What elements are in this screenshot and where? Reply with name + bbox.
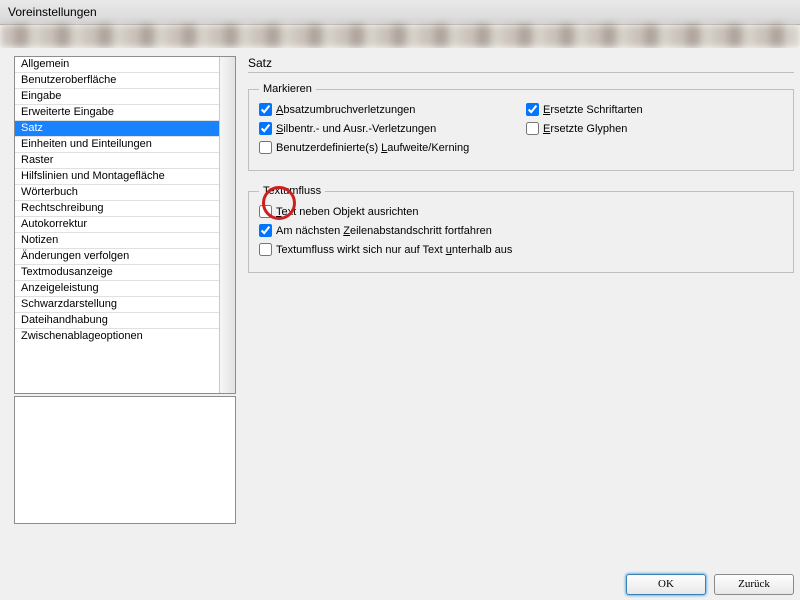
window-titlebar: Voreinstellungen: [0, 0, 800, 25]
mark-option-3[interactable]: Ersetzte Glyphen: [526, 122, 627, 135]
mark-option-3-label: Ersetzte Glyphen: [543, 123, 627, 135]
category-sidebar: AllgemeinBenutzeroberflächeEingabeErweit…: [0, 48, 240, 568]
mark-option-1-label: Ersetzte Schriftarten: [543, 104, 643, 116]
sidebar-item[interactable]: Textmodusanzeige: [15, 265, 219, 281]
sidebar-item[interactable]: Raster: [15, 153, 219, 169]
panel-underline: [248, 72, 794, 73]
sidebar-item[interactable]: Eingabe: [15, 89, 219, 105]
mark-option-3-checkbox[interactable]: [526, 122, 539, 135]
flow-option-2[interactable]: Textumfluss wirkt sich nur auf Text unte…: [259, 243, 512, 256]
ok-button[interactable]: OK: [626, 574, 706, 595]
mark-option-1[interactable]: Ersetzte Schriftarten: [526, 103, 643, 116]
sidebar-item[interactable]: Satz: [15, 121, 219, 137]
mark-option-0-checkbox[interactable]: [259, 103, 272, 116]
mark-option-2-label: Silbentr.- und Ausr.-Verletzungen: [276, 123, 436, 135]
sidebar-item[interactable]: Autokorrektur: [15, 217, 219, 233]
sidebar-item[interactable]: Einheiten und Einteilungen: [15, 137, 219, 153]
sidebar-item[interactable]: Änderungen verfolgen: [15, 249, 219, 265]
flow-option-1-label: Am nächsten Zeilenabstandschritt fortfah…: [276, 225, 492, 237]
category-list[interactable]: AllgemeinBenutzeroberflächeEingabeErweit…: [14, 56, 236, 394]
description-box: [14, 396, 236, 524]
sidebar-item[interactable]: Anzeigeleistung: [15, 281, 219, 297]
flow-option-0-checkbox[interactable]: [259, 205, 272, 218]
group-textumfluss: Textumfluss Text neben Objekt ausrichten…: [248, 185, 794, 273]
mark-option-0[interactable]: Absatzumbruchverletzungen: [259, 103, 415, 116]
sidebar-item[interactable]: Benutzeroberfläche: [15, 73, 219, 89]
sidebar-item[interactable]: Hilfslinien und Montagefläche: [15, 169, 219, 185]
mark-option-4[interactable]: Benutzerdefinierte(s) Laufweite/Kerning: [259, 141, 469, 154]
mark-option-1-checkbox[interactable]: [526, 103, 539, 116]
preferences-body: AllgemeinBenutzeroberflächeEingabeErweit…: [0, 48, 800, 568]
mark-option-2[interactable]: Silbentr.- und Ausr.-Verletzungen: [259, 122, 436, 135]
sidebar-item[interactable]: Zwischenablageoptionen: [15, 329, 219, 344]
flow-option-1[interactable]: Am nächsten Zeilenabstandschritt fortfah…: [259, 224, 492, 237]
sidebar-item[interactable]: Rechtschreibung: [15, 201, 219, 217]
mark-option-0-label: Absatzumbruchverletzungen: [276, 104, 415, 116]
flow-option-2-checkbox[interactable]: [259, 243, 272, 256]
sidebar-item[interactable]: Dateihandhabung: [15, 313, 219, 329]
group-textumfluss-legend: Textumfluss: [259, 185, 325, 197]
sidebar-item[interactable]: Wörterbuch: [15, 185, 219, 201]
sidebar-item[interactable]: Notizen: [15, 233, 219, 249]
group-markieren-legend: Markieren: [259, 83, 316, 95]
mark-option-2-checkbox[interactable]: [259, 122, 272, 135]
scrollbar[interactable]: [219, 57, 235, 393]
dialog-footer: OK Zurück: [0, 568, 800, 600]
flow-option-0-label: Text neben Objekt ausrichten: [276, 206, 418, 218]
flow-option-0[interactable]: Text neben Objekt ausrichten: [259, 205, 418, 218]
mark-option-4-checkbox[interactable]: [259, 141, 272, 154]
toolbar-blurred: [0, 24, 800, 48]
flow-option-1-checkbox[interactable]: [259, 224, 272, 237]
sidebar-item[interactable]: Schwarzdarstellung: [15, 297, 219, 313]
group-markieren: Markieren Absatzumbruchverletzungen Erset…: [248, 83, 794, 171]
mark-option-4-label: Benutzerdefinierte(s) Laufweite/Kerning: [276, 142, 469, 154]
flow-option-2-label: Textumfluss wirkt sich nur auf Text unte…: [276, 244, 512, 256]
sidebar-item[interactable]: Allgemein: [15, 57, 219, 73]
window-title: Voreinstellungen: [8, 5, 97, 19]
panel-title: Satz: [248, 56, 794, 70]
sidebar-item[interactable]: Erweiterte Eingabe: [15, 105, 219, 121]
settings-panel: Satz Markieren Absatzumbruchverletzungen…: [240, 48, 800, 568]
back-button[interactable]: Zurück: [714, 574, 794, 595]
